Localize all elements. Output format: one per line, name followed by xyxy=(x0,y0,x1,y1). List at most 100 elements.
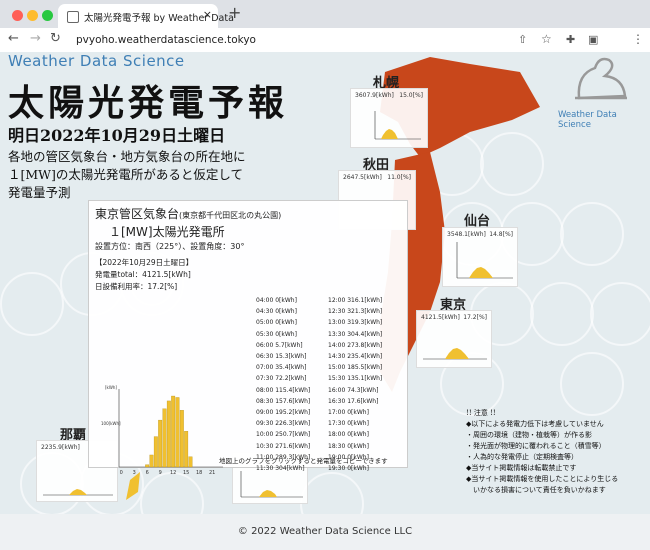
hourly-row: 17:30 0[kWh] xyxy=(328,420,369,428)
extensions-icon[interactable]: ✚ xyxy=(566,33,575,46)
browser-tab[interactable]: 太陽光発電予報 by Weather Data × xyxy=(58,4,234,28)
intro-line: 各地の管区気象台・地方気象台の所在地に xyxy=(8,149,246,164)
chart-ylabel-top: [kWh] xyxy=(105,385,117,390)
intro-line: １[MW]の太陽光発電所があると仮定して xyxy=(8,167,244,182)
hourly-row: 16:30 17.6[kWh] xyxy=(328,397,379,405)
card-pct: 15.0[%] xyxy=(399,92,423,99)
note-line: いかなる損害について責任を負いかねます xyxy=(466,486,606,494)
note-line: ◆当サイト掲載情報は転載禁止です xyxy=(466,464,577,472)
hourly-list-right: 12:00 316.1[kWh] 12:30 321.3[kWh] 13:00 31… xyxy=(328,295,382,474)
notes-panel: !! 注意 !! ◆以下による発電力低下は考慮していません ・周囲の環境（建物・植栽… xyxy=(466,408,618,496)
forecast-date: 明日2022年10月29日土曜日 xyxy=(8,126,226,145)
hourly-row: 12:00 316.1[kWh] xyxy=(328,297,383,304)
menu-icon[interactable]: ⋮ xyxy=(632,32,644,46)
chart-bar xyxy=(171,395,176,468)
hourly-row: 04:30 0[kWh] xyxy=(256,308,297,316)
tokyo-detail-popup[interactable]: 東京管区気象台(東京都千代田区北の丸公園) １[MW]太陽光発電所 設置方位：南… xyxy=(88,200,408,476)
popup-total: 発電量total：4121.5[kWh] xyxy=(95,270,191,279)
chart-bar xyxy=(162,408,167,468)
minimize-window-icon[interactable] xyxy=(27,10,38,21)
chart-bar xyxy=(153,436,158,468)
forward-icon[interactable]: → xyxy=(30,31,41,46)
back-icon[interactable]: ← xyxy=(8,31,19,46)
sidebar-icon[interactable]: ▣ xyxy=(588,33,598,46)
hourly-row: 15:30 135.1[kWh] xyxy=(328,375,383,383)
note-line: ◆当サイト掲載情報を使用したことにより生じる xyxy=(466,475,619,483)
hourly-row: 07:30 72.2[kWh] xyxy=(256,375,307,383)
hourly-row: 13:30 304.4[kWh] xyxy=(328,330,383,338)
hourly-row: 15:00 185.5[kWh] xyxy=(328,364,383,372)
hourly-row: 18:30 0[kWh] xyxy=(328,442,369,450)
chart-x-tick: 15 xyxy=(183,470,189,476)
card-pct: 11.0[%] xyxy=(387,174,411,181)
hourly-row: 04:00 0[kWh] xyxy=(256,297,297,304)
tab-close-icon[interactable]: × xyxy=(203,8,212,21)
hourly-row: 14:30 235.4[kWh] xyxy=(328,353,383,361)
browser-chrome: 太陽光発電予報 by Weather Data × + ← → ↻ pvyoho… xyxy=(0,0,650,53)
chart-x-tick: 6 xyxy=(146,470,149,476)
popup-footnote: 地図上のグラフをクリックすると発電量をコピーできます xyxy=(219,457,388,465)
card-pct: 14.8[%] xyxy=(489,231,513,238)
note-line: ・周囲の環境（建物・植栽等）が作る影 xyxy=(466,431,592,439)
page-title: 太陽光発電予報 xyxy=(8,82,289,124)
chart-ylabel-mid: 100[kWh] xyxy=(101,421,121,426)
popup-date: 【2022年10月29日土曜日】 xyxy=(95,258,194,267)
popup-title: 東京管区気象台(東京都千代田区北の丸公園) xyxy=(95,205,281,222)
chart-bar xyxy=(158,419,163,468)
hourly-row: 14:00 273.8[kWh] xyxy=(328,341,383,349)
hourly-row: 17:00 0[kWh] xyxy=(328,409,369,417)
chart-x-tick: 3 xyxy=(133,470,136,476)
chart-card-sapporo[interactable]: 3607.9[kWh] 15.0[%] xyxy=(350,88,428,148)
popup-plant: １[MW]太陽光発電所 xyxy=(109,225,225,239)
toolbar: ← → ↻ pvyoho.weatherdatascience.tokyo ⇧ … xyxy=(0,28,650,53)
hourly-row: 05:00 0[kWh] xyxy=(256,319,297,327)
note-line: ・人為的な発電停止（定期検査等） xyxy=(466,453,578,461)
chart-card-sendai[interactable]: 3548.1[kWh] 14.8[%] xyxy=(442,227,518,287)
hourly-row: 09:30 226.3[kWh] xyxy=(256,420,311,428)
popup-settings: 設置方位：南西（225°）、設置角度：30° xyxy=(95,242,245,251)
chart-x-tick: 21 xyxy=(209,470,215,476)
note-line: ◆以下による発電力低下は考慮していません xyxy=(466,420,604,428)
mini-chart xyxy=(374,111,421,140)
hourly-row: 10:00 250.7[kWh] xyxy=(256,431,311,439)
mini-chart xyxy=(456,242,513,279)
card-kwh: 3548.1[kWh] xyxy=(447,231,486,238)
page-body: Weather Data Science 太陽光発電予報 明日2022年10月2… xyxy=(0,52,650,550)
hourly-list-left: 04:00 0[kWh] 04:30 0[kWh] 05:00 0[kWh] 05:3… xyxy=(256,295,310,474)
brand-name: Weather Data Science xyxy=(8,52,185,70)
chart-bar xyxy=(184,431,189,468)
hourly-row: 06:30 15.3[kWh] xyxy=(256,353,307,361)
bookmark-star-icon[interactable]: ☆ xyxy=(541,32,552,46)
chart-bar xyxy=(188,456,193,468)
popup-region-sub: (東京都千代田区北の丸公園) xyxy=(179,211,282,220)
hourly-row: 12:30 321.3[kWh] xyxy=(328,308,383,316)
chart-bar xyxy=(149,454,154,468)
hourly-row: 08:30 157.6[kWh] xyxy=(256,397,311,405)
chart-x-tick: 12 xyxy=(170,470,176,476)
maximize-window-icon[interactable] xyxy=(42,10,53,21)
logo-text: Weather Data Science xyxy=(558,110,617,130)
new-tab-button[interactable]: + xyxy=(228,3,241,22)
hourly-row: 06:00 5.7[kWh] xyxy=(256,341,303,349)
chart-x-tick: 0 xyxy=(120,470,123,476)
chart-card-tokyo[interactable]: 4121.5[kWh] 17.2[%] xyxy=(416,310,492,368)
chart-x-tick: 9 xyxy=(159,470,162,476)
footer: © 2022 Weather Data Science LLC xyxy=(0,514,650,550)
hourly-row: 09:00 195.2[kWh] xyxy=(256,409,311,417)
chart-bar xyxy=(175,397,180,468)
close-window-icon[interactable] xyxy=(12,10,23,21)
card-kwh: 2647.5[kWh] xyxy=(343,174,382,181)
chart-bar xyxy=(179,410,184,468)
chart-bar xyxy=(145,464,150,468)
chart-x-tick: 18 xyxy=(196,470,202,476)
popup-region: 東京管区気象台 xyxy=(95,207,180,221)
favicon-icon xyxy=(67,11,79,23)
share-icon[interactable]: ⇧ xyxy=(518,33,527,46)
reload-icon[interactable]: ↻ xyxy=(50,31,61,46)
hourly-row: 18:00 0[kWh] xyxy=(328,431,369,439)
card-kwh: 3607.9[kWh] xyxy=(355,92,394,99)
note-line: ・発光面が物理的に覆われること（積雪等） xyxy=(466,442,606,450)
address-bar[interactable]: pvyoho.weatherdatascience.tokyo xyxy=(76,34,256,46)
intro-text: 各地の管区気象台・地方気象台の所在地に １[MW]の太陽光発電所があると仮定して… xyxy=(8,148,246,202)
popup-rate: 日設備利用率：17.2[%] xyxy=(95,282,178,291)
